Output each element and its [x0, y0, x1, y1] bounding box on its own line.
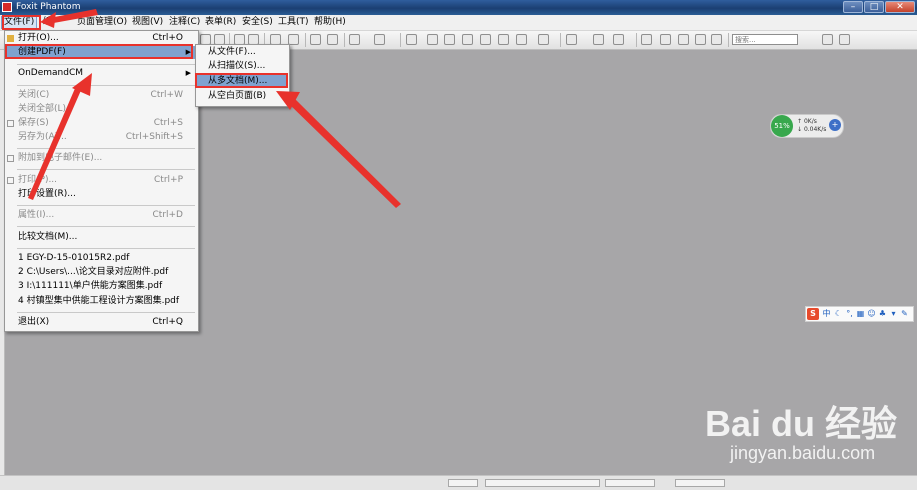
annotation-arrow: [40, 12, 56, 28]
keyboard-icon[interactable]: ▦: [856, 309, 865, 319]
upload-speed: ↑ 0K/s: [797, 118, 817, 125]
network-widget-plus-button[interactable]: +: [829, 119, 841, 131]
download-speed-value: 0.04K/s: [803, 126, 827, 133]
annotation-arrow: [286, 96, 401, 208]
watermark-url: jingyan.baidu.com: [730, 443, 876, 463]
annotation-arrow: [28, 86, 82, 200]
wrench-icon[interactable]: ✎: [900, 309, 909, 319]
shirt-icon[interactable]: ▾: [889, 309, 898, 319]
user-icon[interactable]: ☺: [867, 309, 876, 319]
punctuation-icon[interactable]: °,: [845, 309, 854, 319]
network-usage-badge: 51%: [771, 115, 793, 137]
moon-icon[interactable]: ☾: [834, 309, 843, 319]
ime-toolbar[interactable]: S 中 ☾ °, ▦ ☺ ♣ ▾ ✎: [805, 306, 914, 322]
skin-icon[interactable]: ♣: [878, 309, 887, 319]
ime-mode-chinese[interactable]: 中: [822, 309, 831, 319]
download-speed: ↓ 0.04K/s: [797, 126, 827, 133]
sogou-logo-icon[interactable]: S: [807, 308, 819, 320]
baidu-jingyan-logo: Bai du 经验: [705, 403, 898, 444]
watermark: Bai du 经验 jingyan.baidu.com: [705, 395, 905, 475]
network-speed-widget[interactable]: 51% ↑ 0K/s ↓ 0.04K/s +: [770, 114, 844, 138]
upload-speed-value: 0K/s: [803, 118, 817, 125]
